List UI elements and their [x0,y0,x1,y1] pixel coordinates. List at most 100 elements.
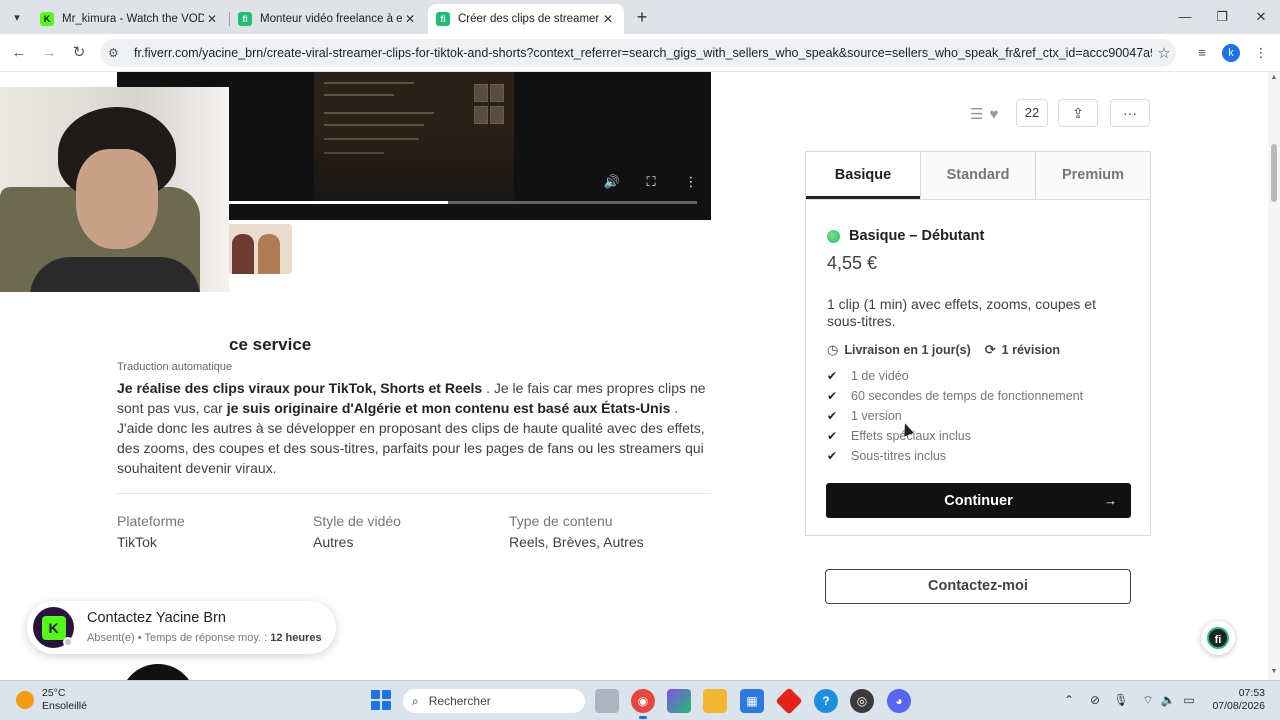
tab-basique[interactable]: Basique [806,152,920,199]
copilot-icon[interactable] [667,689,691,713]
browser-tab-kick[interactable]: K Mr_kimura - Watch the VOD on ✕ [32,4,228,34]
package-title: Basique – Débutant [827,228,984,244]
bottom-element-partial [120,664,196,680]
media-queue-icon[interactable]: ≡ [1192,43,1212,63]
profile-avatar[interactable]: k [1222,44,1240,62]
tab-search-chevron-icon[interactable]: ▾ [6,6,28,28]
chrome-icon[interactable]: ◉ [631,689,655,719]
site-info-icon[interactable]: ⚙ [108,46,126,60]
package-level-dot-icon [827,229,840,243]
tray-app-icon[interactable]: ⊘ [1087,692,1103,708]
video-portrait [474,84,488,102]
chat-status: Absent(e) [87,632,135,644]
app-red-diamond-icon[interactable] [775,687,803,715]
store-icon[interactable]: ▦ [740,689,764,713]
reload-icon[interactable]: ↻ [68,42,90,64]
temperature: 25°C [42,687,66,699]
scroll-thumb[interactable] [1271,144,1277,202]
meta-value: TikTok [117,534,157,550]
heart-icon[interactable]: ♥ [989,106,998,123]
tab-title: Monteur vidéo freelance à enga [260,13,402,25]
browser-menu-icon[interactable]: ⋮ [1251,43,1271,63]
meta-label: Plateforme [117,513,185,529]
likes-count[interactable]: 22 [1016,99,1048,127]
more-options-icon[interactable]: ··· [1110,99,1150,127]
task-view-icon[interactable] [595,689,619,713]
tray-chevron-icon[interactable]: ⌃ [1061,692,1077,708]
gallery-thumbnail[interactable] [228,224,292,274]
new-tab-plus-icon[interactable]: + [632,6,652,28]
response-label: Temps de réponse moy. : [144,632,268,644]
video-progress-bar[interactable] [227,201,697,204]
discord-icon[interactable]: ◕ [887,689,911,713]
address-bar[interactable]: ⚙ fr.fiverr.com/yacine_brn/create-viral-… [100,39,1176,67]
file-explorer-icon[interactable] [703,689,727,713]
fiverr-favicon-icon: fi [238,12,252,26]
weather-condition: Ensoleillé [42,700,87,712]
scroll-down-icon[interactable]: ▼ [1270,668,1278,675]
page-scrollbar[interactable]: ▲ ▼ [1268,72,1280,680]
fullscreen-icon[interactable]: ⛶ [642,173,660,191]
continue-button[interactable]: Continuer → [826,483,1131,518]
tab-premium[interactable]: Premium [1035,152,1150,199]
clock-time: 07:53 [1238,687,1265,699]
weather-text: 25°C Ensoleillé [42,687,87,713]
windows-start-icon[interactable] [371,690,391,710]
browser-tab-fiverr-gig[interactable]: fi Créer des clips de streamer vira ✕ [428,4,624,34]
about-service-heading: ce service [229,335,312,354]
package-stats: ◷ Livraison en 1 jour(s) ⟳ 1 révision [827,342,1074,358]
window-close-icon[interactable]: ✕ [1246,6,1276,28]
check-icon: ✔ [827,369,838,383]
webcam-person-face [76,149,158,249]
check-icon: ✔ [827,409,838,423]
package-price: 4,55 € [827,253,878,273]
volume-icon[interactable]: 🔊 [603,173,621,191]
package-tabs: Basique Standard Premium [806,152,1150,200]
scroll-up-icon[interactable]: ▲ [1270,74,1278,81]
back-arrow-icon[interactable]: ← [8,42,30,64]
list-item: ✔ 1 de vidéo [827,366,1083,386]
tab-close-icon[interactable]: ✕ [600,12,616,26]
description-bold: je suis originaire d'Algérie et mon cont… [226,400,671,416]
fiverr-help-button[interactable]: fi [1201,621,1235,655]
url-text[interactable]: fr.fiverr.com/yacine_brn/create-viral-st… [134,46,1152,60]
seller-chat-widget[interactable]: K Contactez Yacine Brn Absent(e) • Temps… [27,601,336,654]
obs-icon[interactable]: ◎ [850,689,874,713]
thumbnail-figure [232,234,254,274]
fiverr-logo-icon: fi [1207,627,1229,649]
minimize-icon[interactable]: — [1170,6,1200,28]
fiverr-favicon-icon: fi [436,12,450,26]
collections-list-icon[interactable]: ☰ [970,105,983,123]
arrow-right-icon: → [1104,493,1117,508]
feature-text: 1 de vidéo [851,369,909,383]
weather-widget[interactable]: 25°C Ensoleillé [16,687,87,713]
meta-label: Style de vidéo [313,513,401,529]
video-more-icon[interactable]: ⋮ [682,173,700,191]
restore-icon[interactable]: ❐ [1207,6,1237,28]
continue-label: Continuer [944,492,1013,509]
kick-favicon-icon: K [40,12,54,26]
share-icon[interactable]: ⇪ [1058,99,1098,127]
tab-standard[interactable]: Standard [920,152,1035,199]
speaker-icon[interactable]: 🔈 [1160,692,1176,708]
windows-taskbar: 25°C Ensoleillé ⌕ Rechercher ◉ ▦ ? ◎ ◕ ⌃… [0,680,1280,720]
feature-text: 1 version [851,409,902,423]
tab-close-icon[interactable]: ✕ [402,12,418,26]
help-icon[interactable]: ? [814,689,838,713]
meta-value: Reels, Brèves, Autres [509,534,644,550]
taskbar-search[interactable]: ⌕ Rechercher [403,689,585,713]
video-text-line [324,112,434,114]
chat-status-line: Absent(e) • Temps de réponse moy. : 12 h… [87,632,322,644]
delivery-stat: ◷ Livraison en 1 jour(s) [827,342,971,358]
video-text-line [324,124,424,126]
contact-me-button[interactable]: Contactez-moi [825,569,1131,604]
wifi-icon[interactable]: ⌔ [1140,692,1156,708]
battery-icon[interactable]: ▭ [1181,692,1197,708]
forward-arrow-icon[interactable]: → [38,42,60,64]
search-icon: ⌕ [412,693,419,708]
browser-tab-fiverr-search[interactable]: fi Monteur vidéo freelance à enga ✕ [230,4,426,34]
bookmark-star-icon[interactable]: ☆ [1152,44,1176,62]
microphone-icon[interactable]: 🎙 [1113,692,1129,708]
taskbar-clock[interactable]: 07:53 07/08/2026 [1205,687,1265,713]
tab-close-icon[interactable]: ✕ [204,12,220,26]
